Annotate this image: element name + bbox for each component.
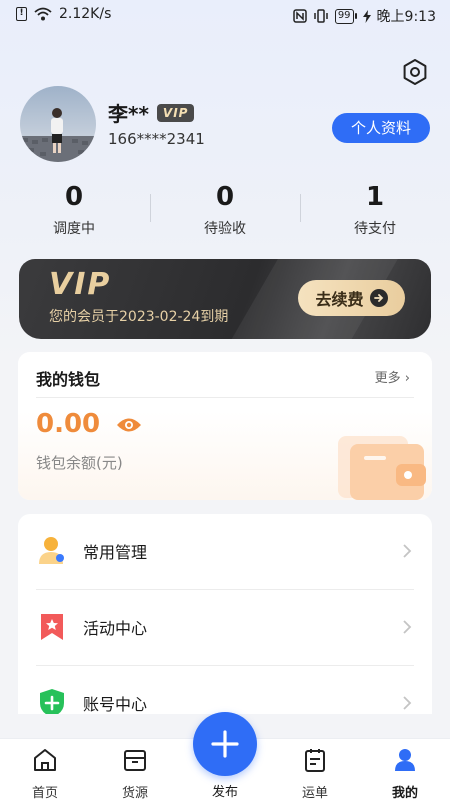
nav-label: 首页 — [31, 786, 58, 800]
wallet-more-label: 更多 — [374, 371, 401, 386]
stat-pending-acceptance[interactable]: 0 待验收 — [170, 180, 280, 238]
stat-value: 1 — [365, 182, 385, 212]
nav-item-waybill[interactable]: 运单 — [280, 747, 350, 800]
nav-item-cargo-source[interactable]: 货源 — [100, 747, 170, 800]
stat-divider — [150, 194, 151, 222]
arrow-right-icon — [369, 289, 388, 307]
battery-level: 99 — [334, 8, 354, 24]
menu-item-common-management[interactable]: 常用管理 — [18, 514, 432, 590]
charging-icon — [362, 9, 371, 23]
status-bar: ! 2.12K/s 99 晚上9:13 — [0, 0, 450, 32]
vip-expire-text: 您的会员于2023-02-24到期 — [49, 309, 229, 325]
renew-button[interactable]: 去续费 — [298, 280, 405, 316]
vip-badge: VIP — [156, 103, 195, 122]
nav-item-mine[interactable]: 我的 — [370, 747, 440, 800]
menu-list: 常用管理 活动中心 账号中心 — [18, 514, 432, 714]
wifi-icon — [34, 7, 52, 21]
nav-item-home[interactable]: 首页 — [10, 747, 80, 800]
avatar[interactable] — [20, 86, 96, 162]
nav-label: 我的 — [391, 786, 418, 800]
user-icon — [395, 749, 415, 771]
chevron-right-icon — [403, 620, 412, 634]
wallet-balance: 0.00 — [36, 409, 101, 439]
menu-item-activity-center[interactable]: 活动中心 — [18, 590, 432, 666]
user-name: 李** — [108, 102, 149, 126]
nav-label: 货源 — [121, 786, 148, 800]
home-icon — [34, 749, 56, 771]
stat-value: 0 — [215, 182, 235, 212]
publish-button[interactable] — [193, 712, 257, 776]
person-icon — [39, 537, 64, 564]
nav-label: 运单 — [301, 786, 328, 800]
battery-icon: 99 — [334, 8, 357, 24]
wallet-balance-label: 钱包余额(元) — [36, 454, 123, 472]
chevron-right-icon — [403, 696, 412, 710]
publish-label: 发布 — [211, 785, 238, 800]
menu-item-label: 活动中心 — [83, 619, 148, 638]
network-speed: 2.12K/s — [59, 6, 112, 22]
nfc-icon — [293, 9, 307, 23]
wallet-icon — [338, 436, 426, 500]
vip-title: VIP — [49, 267, 112, 302]
stat-value: 0 — [64, 182, 84, 212]
menu-item-label: 账号中心 — [83, 695, 148, 714]
chevron-right-icon — [403, 544, 412, 558]
menu-item-account-center[interactable]: 账号中心 — [18, 666, 432, 714]
renew-label: 去续费 — [315, 290, 364, 309]
vip-card[interactable]: VIP 您的会员于2023-02-24到期 去续费 — [19, 259, 431, 339]
eye-icon[interactable] — [116, 416, 142, 434]
clock: 晚上9:13 — [376, 9, 436, 25]
phone-number: 166****2341 — [108, 130, 205, 148]
stat-dispatching[interactable]: 0 调度中 — [19, 180, 129, 238]
vibrate-icon — [314, 9, 328, 23]
plus-icon — [211, 730, 239, 758]
settings-icon[interactable] — [401, 58, 429, 86]
box-icon — [124, 750, 146, 771]
wallet-card[interactable]: 我的钱包 更多 › 0.00 钱包余额(元) — [18, 352, 432, 500]
stat-pending-payment[interactable]: 1 待支付 — [320, 180, 430, 238]
stat-label: 待验收 — [204, 221, 246, 237]
stat-label: 调度中 — [53, 221, 95, 237]
profile-button[interactable]: 个人资料 — [332, 113, 430, 143]
stat-label: 待支付 — [354, 221, 396, 237]
document-icon — [305, 749, 325, 772]
wallet-title: 我的钱包 — [36, 370, 101, 389]
chevron-right-icon: › — [404, 371, 410, 386]
bookmark-star-icon — [41, 614, 63, 640]
notification-icon: ! — [16, 7, 27, 21]
stat-divider — [300, 194, 301, 222]
name-row: 李** VIP — [108, 98, 195, 127]
menu-item-label: 常用管理 — [83, 543, 148, 562]
wallet-more-link[interactable]: 更多 › — [375, 367, 410, 386]
divider — [36, 397, 414, 398]
shield-plus-icon — [40, 689, 64, 714]
